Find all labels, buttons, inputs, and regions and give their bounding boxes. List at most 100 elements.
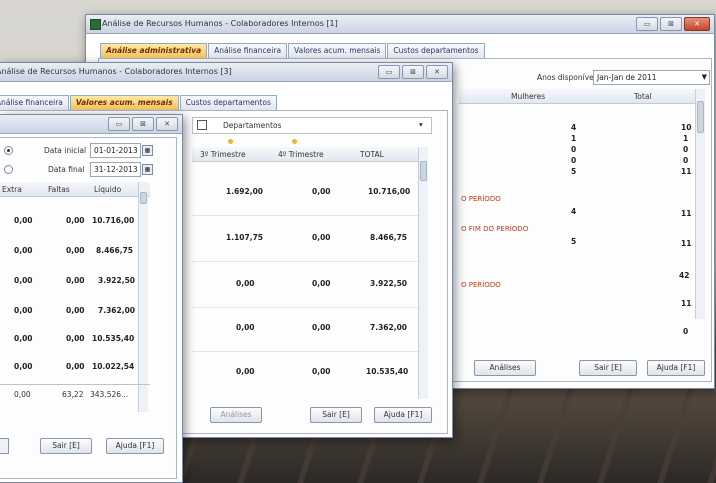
tab-analise-administrativa[interactable]: Análise administrativa <box>100 43 208 58</box>
liquido-cell: 10.716,00 <box>92 216 135 225</box>
total-liquido: 343.526... <box>90 390 129 399</box>
maximize-icon[interactable]: ⊠ <box>660 17 682 31</box>
calendar-icon[interactable]: ▦ <box>142 145 153 156</box>
sair-button[interactable]: Sair [E] <box>579 360 637 376</box>
section-label: O PERÍODO <box>461 195 501 203</box>
indicator-icon <box>292 139 297 144</box>
faltas-cell: 0,00 <box>66 276 85 285</box>
radio-ano[interactable] <box>4 165 13 174</box>
mulheres-cell: 4 <box>571 123 577 132</box>
liquido-cell: 3.922,50 <box>98 276 136 285</box>
total-cell: 10.535,40 <box>366 367 409 376</box>
liquido-cell: 10.022,54 <box>92 362 135 371</box>
maximize-icon[interactable]: ⊠ <box>402 65 424 79</box>
trimestre4-cell: 0,00 <box>312 187 331 196</box>
trimestre4-cell: 0,00 <box>312 323 331 332</box>
tab-custos-departamentos[interactable]: Custos departamentos <box>179 95 277 110</box>
vertical-scrollbar[interactable] <box>695 89 705 319</box>
minimize-icon[interactable]: ▭ <box>636 17 658 31</box>
window-titlebar[interactable]: ▭ ⊠ ✕ <box>0 115 182 134</box>
faltas-cell: 0,00 <box>66 216 85 225</box>
data-inicial-label: Data inicial <box>44 146 87 155</box>
left-button-stub[interactable] <box>0 438 9 454</box>
vertical-scrollbar[interactable] <box>138 182 148 412</box>
col-4-trimestre: 4º Trimestre <box>278 150 324 159</box>
col-extra: Extra <box>2 185 22 194</box>
mulheres-cell: 1 <box>571 134 577 143</box>
chevron-down-icon: ▾ <box>419 120 423 129</box>
mulheres-cell: 0 <box>571 145 577 154</box>
ajuda-button[interactable]: Ajuda [F1] <box>106 438 164 454</box>
vertical-scrollbar[interactable] <box>418 147 428 399</box>
ajuda-button[interactable]: Ajuda [F1] <box>374 407 432 423</box>
total-extra: 0,00 <box>14 390 31 399</box>
col-faltas: Faltas <box>48 185 70 194</box>
ajuda-button[interactable]: Ajuda [F1] <box>647 360 705 376</box>
anos-label: Anos disponíveis <box>537 73 600 82</box>
col-total: Total <box>634 92 652 101</box>
total-cell: 11 <box>681 239 692 248</box>
section-label: O PERÍODO <box>461 281 501 289</box>
window-periodo: ▭ ⊠ ✕ Data inicial 01-01-2013 ▦ Data fin… <box>0 114 183 483</box>
tab-analise-financeira[interactable]: Análise financeira <box>208 43 288 58</box>
tab-analise-financeira[interactable]: Análise financeira <box>0 95 69 110</box>
close-icon[interactable]: ✕ <box>684 17 710 31</box>
mulheres-cell: 0 <box>571 156 577 165</box>
table-header: 3º Trimestre 4º Trimestre TOTAL <box>192 147 418 162</box>
extra-cell: 0,00 <box>14 334 33 343</box>
total-cell: 1 <box>683 134 689 143</box>
window-title: Análise de Recursos Humanos - Colaborado… <box>0 67 232 76</box>
sair-button[interactable]: Sair [E] <box>40 438 92 454</box>
total-cell: 7.362,00 <box>370 323 408 332</box>
extra-cell: 0,00 <box>14 362 33 371</box>
total-cell: 0 <box>683 156 689 165</box>
mulheres-cell: 5 <box>571 167 577 176</box>
trimestre4-cell: 0,00 <box>312 233 331 242</box>
window-titlebar[interactable]: Análise de Recursos Humanos - Colaborado… <box>86 15 714 34</box>
data-final-input[interactable]: 31-12-2013 <box>90 162 141 177</box>
extra-cell: 0,00 <box>14 216 33 225</box>
data-final-label: Data final <box>48 165 85 174</box>
minimize-icon[interactable]: ▭ <box>378 65 400 79</box>
table-header: Extra Faltas Líquido <box>0 182 150 197</box>
radio-periodo[interactable] <box>4 146 13 155</box>
calendar-icon[interactable]: ▦ <box>142 164 153 175</box>
trimestre3-cell: 0,00 <box>236 367 255 376</box>
trimestre3-cell: 0,00 <box>236 323 255 332</box>
anos-select[interactable]: Jan-Jan de 2011 ▼ <box>593 70 710 85</box>
tab-custos-departamentos[interactable]: Custos departamentos <box>387 43 485 58</box>
liquido-cell: 8.466,75 <box>96 246 134 255</box>
liquido-cell: 7.362,00 <box>98 306 136 315</box>
total-cell: 10 <box>681 123 692 132</box>
total-cell: 8.466,75 <box>370 233 408 242</box>
analisar-button[interactable]: Análises <box>474 360 536 376</box>
department-icon <box>197 120 207 130</box>
indicator-icon <box>228 139 233 144</box>
data-inicial-input[interactable]: 01-01-2013 <box>90 143 141 158</box>
tab-valores-acum-mensais[interactable]: Valores acum. mensais <box>288 43 387 58</box>
trimestre3-cell: 1.107,75 <box>226 233 264 242</box>
trimestre3-cell: 1.692,00 <box>226 187 264 196</box>
maximize-icon[interactable]: ⊠ <box>132 117 154 131</box>
window-titlebar[interactable]: Análise de Recursos Humanos - Colaborado… <box>0 63 452 82</box>
trimestre3-cell: 0,00 <box>236 279 255 288</box>
main-panel: Data inicial 01-01-2013 ▦ Data final 31-… <box>0 137 177 479</box>
table-header: Mulheres Total <box>459 89 695 104</box>
extra-cell: 0,00 <box>14 306 33 315</box>
tab-valores-acum-mensais[interactable]: Valores acum. mensais <box>69 95 179 110</box>
total-cell: 11 <box>681 167 692 176</box>
departamentos-dropdown[interactable]: Departamentos ▾ <box>192 117 432 134</box>
trimestre4-cell: 0,00 <box>312 367 331 376</box>
total-cell: 10.716,00 <box>368 187 411 196</box>
faltas-cell: 0,00 <box>66 246 85 255</box>
total-cell: 42 <box>679 271 690 280</box>
close-icon[interactable]: ✕ <box>156 117 178 131</box>
section-label: O FIM DO PERÍODO <box>461 225 529 233</box>
close-icon[interactable]: ✕ <box>426 65 448 79</box>
app-icon <box>90 19 101 30</box>
trimestre4-cell: 0,00 <box>312 279 331 288</box>
analisar-button[interactable]: Análises <box>210 407 262 423</box>
sair-button[interactable]: Sair [E] <box>310 407 362 423</box>
faltas-cell: 0,00 <box>66 362 85 371</box>
minimize-icon[interactable]: ▭ <box>108 117 130 131</box>
